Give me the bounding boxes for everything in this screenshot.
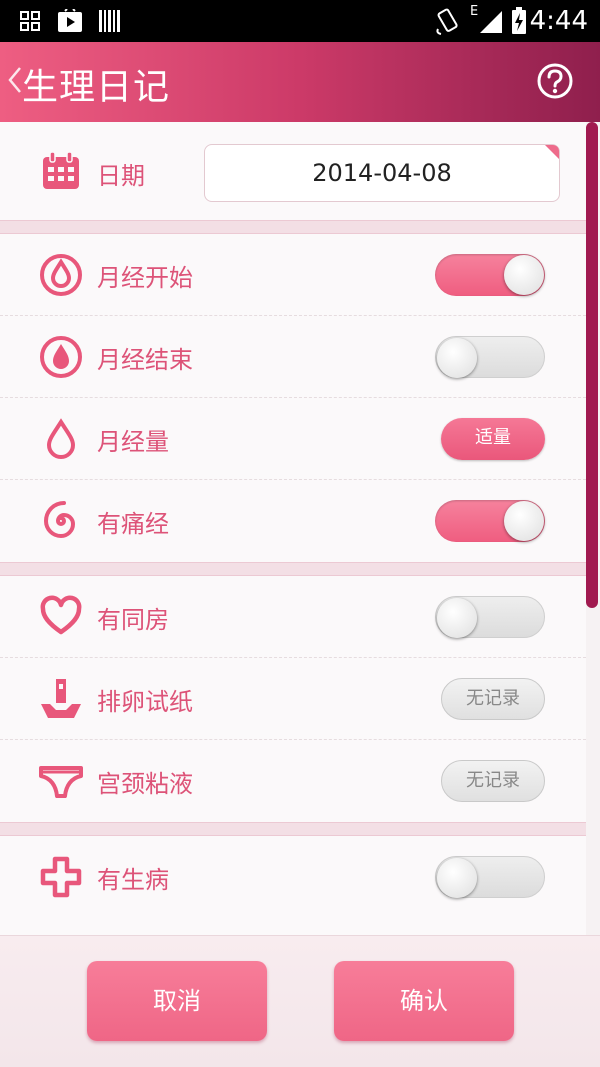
scrollbar[interactable] — [586, 122, 598, 608]
row-label: 有痛经 — [97, 510, 169, 538]
help-button[interactable] — [536, 62, 574, 100]
health-section: 有生病 — [0, 836, 586, 935]
confirm-button[interactable]: 确认 — [334, 961, 514, 1041]
drop-circle-icon — [38, 252, 84, 298]
toggle-knob — [437, 858, 477, 898]
flow-amount-button[interactable]: 适量 — [441, 418, 545, 460]
intercourse-toggle[interactable] — [435, 596, 545, 638]
signal-icon: E — [470, 4, 504, 35]
toggle-knob — [504, 255, 544, 295]
drop-icon — [38, 416, 84, 462]
page-title: 生理日记 — [22, 67, 171, 108]
toggle-knob — [504, 501, 544, 541]
status-bar: E 4:44 — [0, 0, 600, 42]
list-item: 月经开始 — [0, 234, 586, 316]
cervical-mucus-button[interactable]: 无记录 — [441, 760, 545, 802]
activity-section: 有同房 排卵试纸 无记录 宫颈粘液 无记录 — [0, 576, 586, 822]
section-divider — [0, 562, 586, 576]
action-bar: 取消 确认 — [0, 935, 600, 1067]
calendar-icon — [38, 148, 84, 194]
section-divider — [0, 822, 586, 836]
list-item: 排卵试纸 无记录 — [0, 658, 586, 740]
date-field[interactable]: 2014-04-08 — [204, 144, 560, 202]
test-strip-icon — [38, 676, 84, 722]
sick-toggle[interactable] — [435, 856, 545, 898]
battery-charging-icon — [510, 7, 528, 35]
barcode-icon — [98, 7, 122, 35]
play-store-icon — [56, 7, 84, 35]
date-label: 日期 — [97, 162, 145, 190]
spiral-icon — [38, 498, 84, 544]
drop-circle-icon — [38, 334, 84, 380]
toggle-knob — [437, 598, 477, 638]
network-type-label: E — [470, 4, 479, 19]
app-header: 生理日记 — [0, 42, 600, 122]
underwear-icon — [38, 758, 84, 804]
row-label: 有同房 — [97, 606, 169, 634]
list-item: 有生病 — [0, 836, 586, 918]
list-item: 有同房 — [0, 576, 586, 658]
heart-icon — [38, 594, 84, 640]
row-label: 月经量 — [97, 428, 169, 456]
question-circle-icon — [537, 63, 573, 99]
date-section: 日期 2014-04-08 — [0, 122, 586, 220]
toggle-knob — [437, 338, 477, 378]
row-label: 月经结束 — [97, 346, 193, 374]
row-label: 有生病 — [97, 866, 169, 894]
rotate-screen-icon — [434, 7, 462, 35]
list-item: 宫颈粘液 无记录 — [0, 740, 586, 822]
row-label: 排卵试纸 — [97, 688, 193, 716]
list-item: 月经量 适量 — [0, 398, 586, 480]
cramps-toggle[interactable] — [435, 500, 545, 542]
section-divider — [0, 220, 586, 234]
ovulation-test-button[interactable]: 无记录 — [441, 678, 545, 720]
list-item: 月经结束 — [0, 316, 586, 398]
row-label: 宫颈粘液 — [97, 770, 193, 798]
plus-cross-icon — [38, 854, 84, 900]
apps-grid-icon — [18, 7, 42, 35]
period-end-toggle[interactable] — [435, 336, 545, 378]
period-section: 月经开始 月经结束 月经量 适量 有痛经 — [0, 234, 586, 562]
period-start-toggle[interactable] — [435, 254, 545, 296]
status-time: 4:44 — [529, 6, 588, 36]
list-item: 有痛经 — [0, 480, 586, 562]
row-label: 月经开始 — [97, 264, 193, 292]
form-content[interactable]: 日期 2014-04-08 月经开始 月经结束 月经量 适量 有痛经 有同房 排… — [0, 122, 600, 935]
cancel-button[interactable]: 取消 — [87, 961, 267, 1041]
